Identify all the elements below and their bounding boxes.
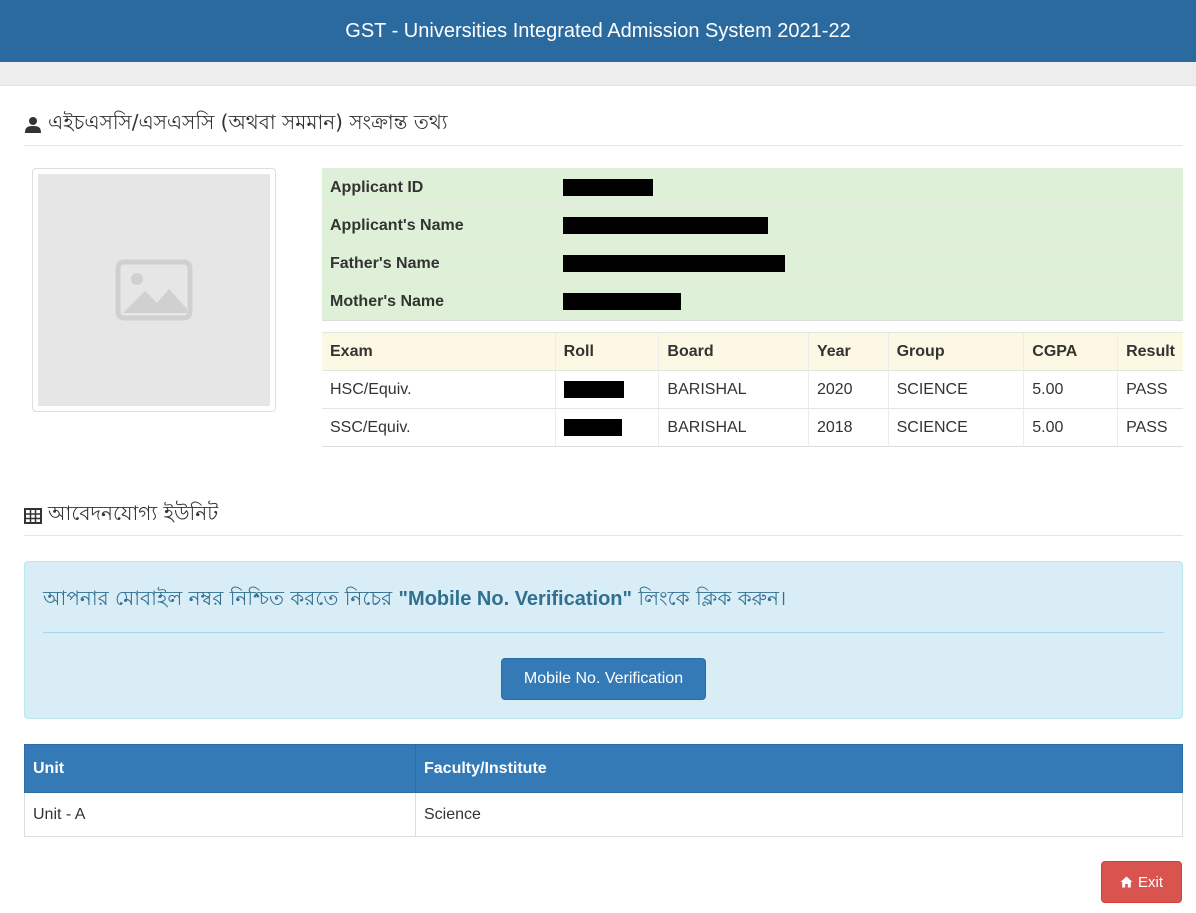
applicant-name-label: Applicant's Name [322, 206, 556, 245]
mobile-verification-button[interactable]: Mobile No. Verification [501, 658, 706, 700]
applicant-id-value [555, 168, 1183, 207]
exam-table-header: Exam Roll Board Year Group CGPA Result [322, 332, 1183, 371]
section-title-eligible-units: আবেদনযোগ্য ইউনিট [24, 501, 1183, 536]
roll-cell [554, 370, 659, 409]
mother-name-label: Mother's Name [322, 282, 556, 321]
section-title-academic-info: এইচএসসি/এসএসসি (অথবা সমমান) সংক্রান্ত তথ… [24, 110, 1183, 146]
redacted-value [563, 380, 624, 398]
alert-text-bold: "Mobile No. Verification" [398, 588, 632, 610]
result-cell: PASS [1117, 408, 1183, 447]
redacted-value [563, 418, 622, 436]
col-unit: Unit [24, 744, 416, 793]
photo-placeholder [38, 174, 270, 406]
col-exam: Exam [322, 332, 556, 371]
col-roll: Roll [554, 332, 659, 371]
year-cell: 2020 [807, 370, 889, 409]
alert-text-before: আপনার মোবাইল নম্বর নিশ্চিত করতে নিচের [43, 586, 399, 610]
mother-name-value [555, 282, 1183, 321]
table-row: SSC/Equiv. BARISHAL 2018 SCIENCE 5.00 PA… [322, 408, 1183, 447]
table-row: Applicant ID [322, 168, 1183, 207]
table-row: HSC/Equiv. BARISHAL 2020 SCIENCE 5.00 PA… [322, 370, 1183, 409]
app-title: GST - Universities Integrated Admission … [345, 19, 851, 42]
section-title-text: আবেদনযোগ্য ইউনিট [48, 501, 219, 525]
image-placeholder-icon [115, 259, 193, 321]
applicant-id-label: Applicant ID [322, 168, 556, 207]
exam-cell: HSC/Equiv. [322, 370, 556, 409]
board-cell: BARISHAL [658, 370, 809, 409]
table-row: Unit - A Science [24, 792, 1183, 837]
cgpa-cell: 5.00 [1023, 370, 1118, 409]
home-icon [1120, 876, 1133, 888]
redacted-value [563, 254, 786, 272]
cgpa-cell: 5.00 [1023, 408, 1118, 447]
applicant-info-table: Applicant ID Applicant's Name Father's N… [322, 168, 1183, 447]
divider [43, 632, 1164, 633]
col-cgpa: CGPA [1023, 332, 1118, 371]
redacted-value [563, 178, 654, 196]
table-row: Applicant's Name [322, 206, 1183, 245]
applicant-name-value [555, 206, 1183, 245]
faculty-cell: Science [415, 792, 1183, 837]
roll-cell [554, 408, 659, 447]
group-cell: SCIENCE [887, 408, 1024, 447]
unit-table: Unit Faculty/Institute Unit - A Science [24, 744, 1183, 837]
unit-cell: Unit - A [24, 792, 416, 837]
redacted-value [563, 216, 769, 234]
father-name-value [555, 244, 1183, 283]
exit-button[interactable]: Exit [1101, 861, 1182, 903]
col-result: Result [1117, 332, 1183, 371]
user-icon [25, 116, 41, 133]
col-group: Group [887, 332, 1024, 371]
father-name-label: Father's Name [322, 244, 556, 283]
alert-text-after: লিংকে ক্লিক করুন। [631, 586, 787, 610]
unit-table-header: Unit Faculty/Institute [24, 744, 1183, 793]
section-title-text: এইচএসসি/এসএসসি (অথবা সমমান) সংক্রান্ত তথ… [48, 110, 448, 134]
top-header-bar: GST - Universities Integrated Admission … [0, 0, 1196, 62]
board-cell: BARISHAL [658, 408, 809, 447]
col-board: Board [658, 332, 809, 371]
mobile-verification-alert: আপনার মোবাইল নম্বর নিশ্চিত করতে নিচের "M… [24, 561, 1183, 719]
alert-message: আপনার মোবাইল নম্বর নিশ্চিত করতে নিচের "M… [43, 584, 786, 617]
redacted-value [563, 292, 682, 310]
applicant-photo [32, 168, 276, 412]
exit-label: Exit [1137, 873, 1163, 891]
col-faculty: Faculty/Institute [415, 744, 1183, 793]
table-icon [24, 507, 42, 524]
exam-cell: SSC/Equiv. [322, 408, 556, 447]
col-year: Year [807, 332, 889, 371]
sub-header-bar [0, 62, 1196, 86]
table-row: Father's Name [322, 244, 1183, 283]
table-row: Mother's Name [322, 282, 1183, 321]
group-cell: SCIENCE [887, 370, 1024, 409]
result-cell: PASS [1117, 370, 1183, 409]
year-cell: 2018 [807, 408, 889, 447]
